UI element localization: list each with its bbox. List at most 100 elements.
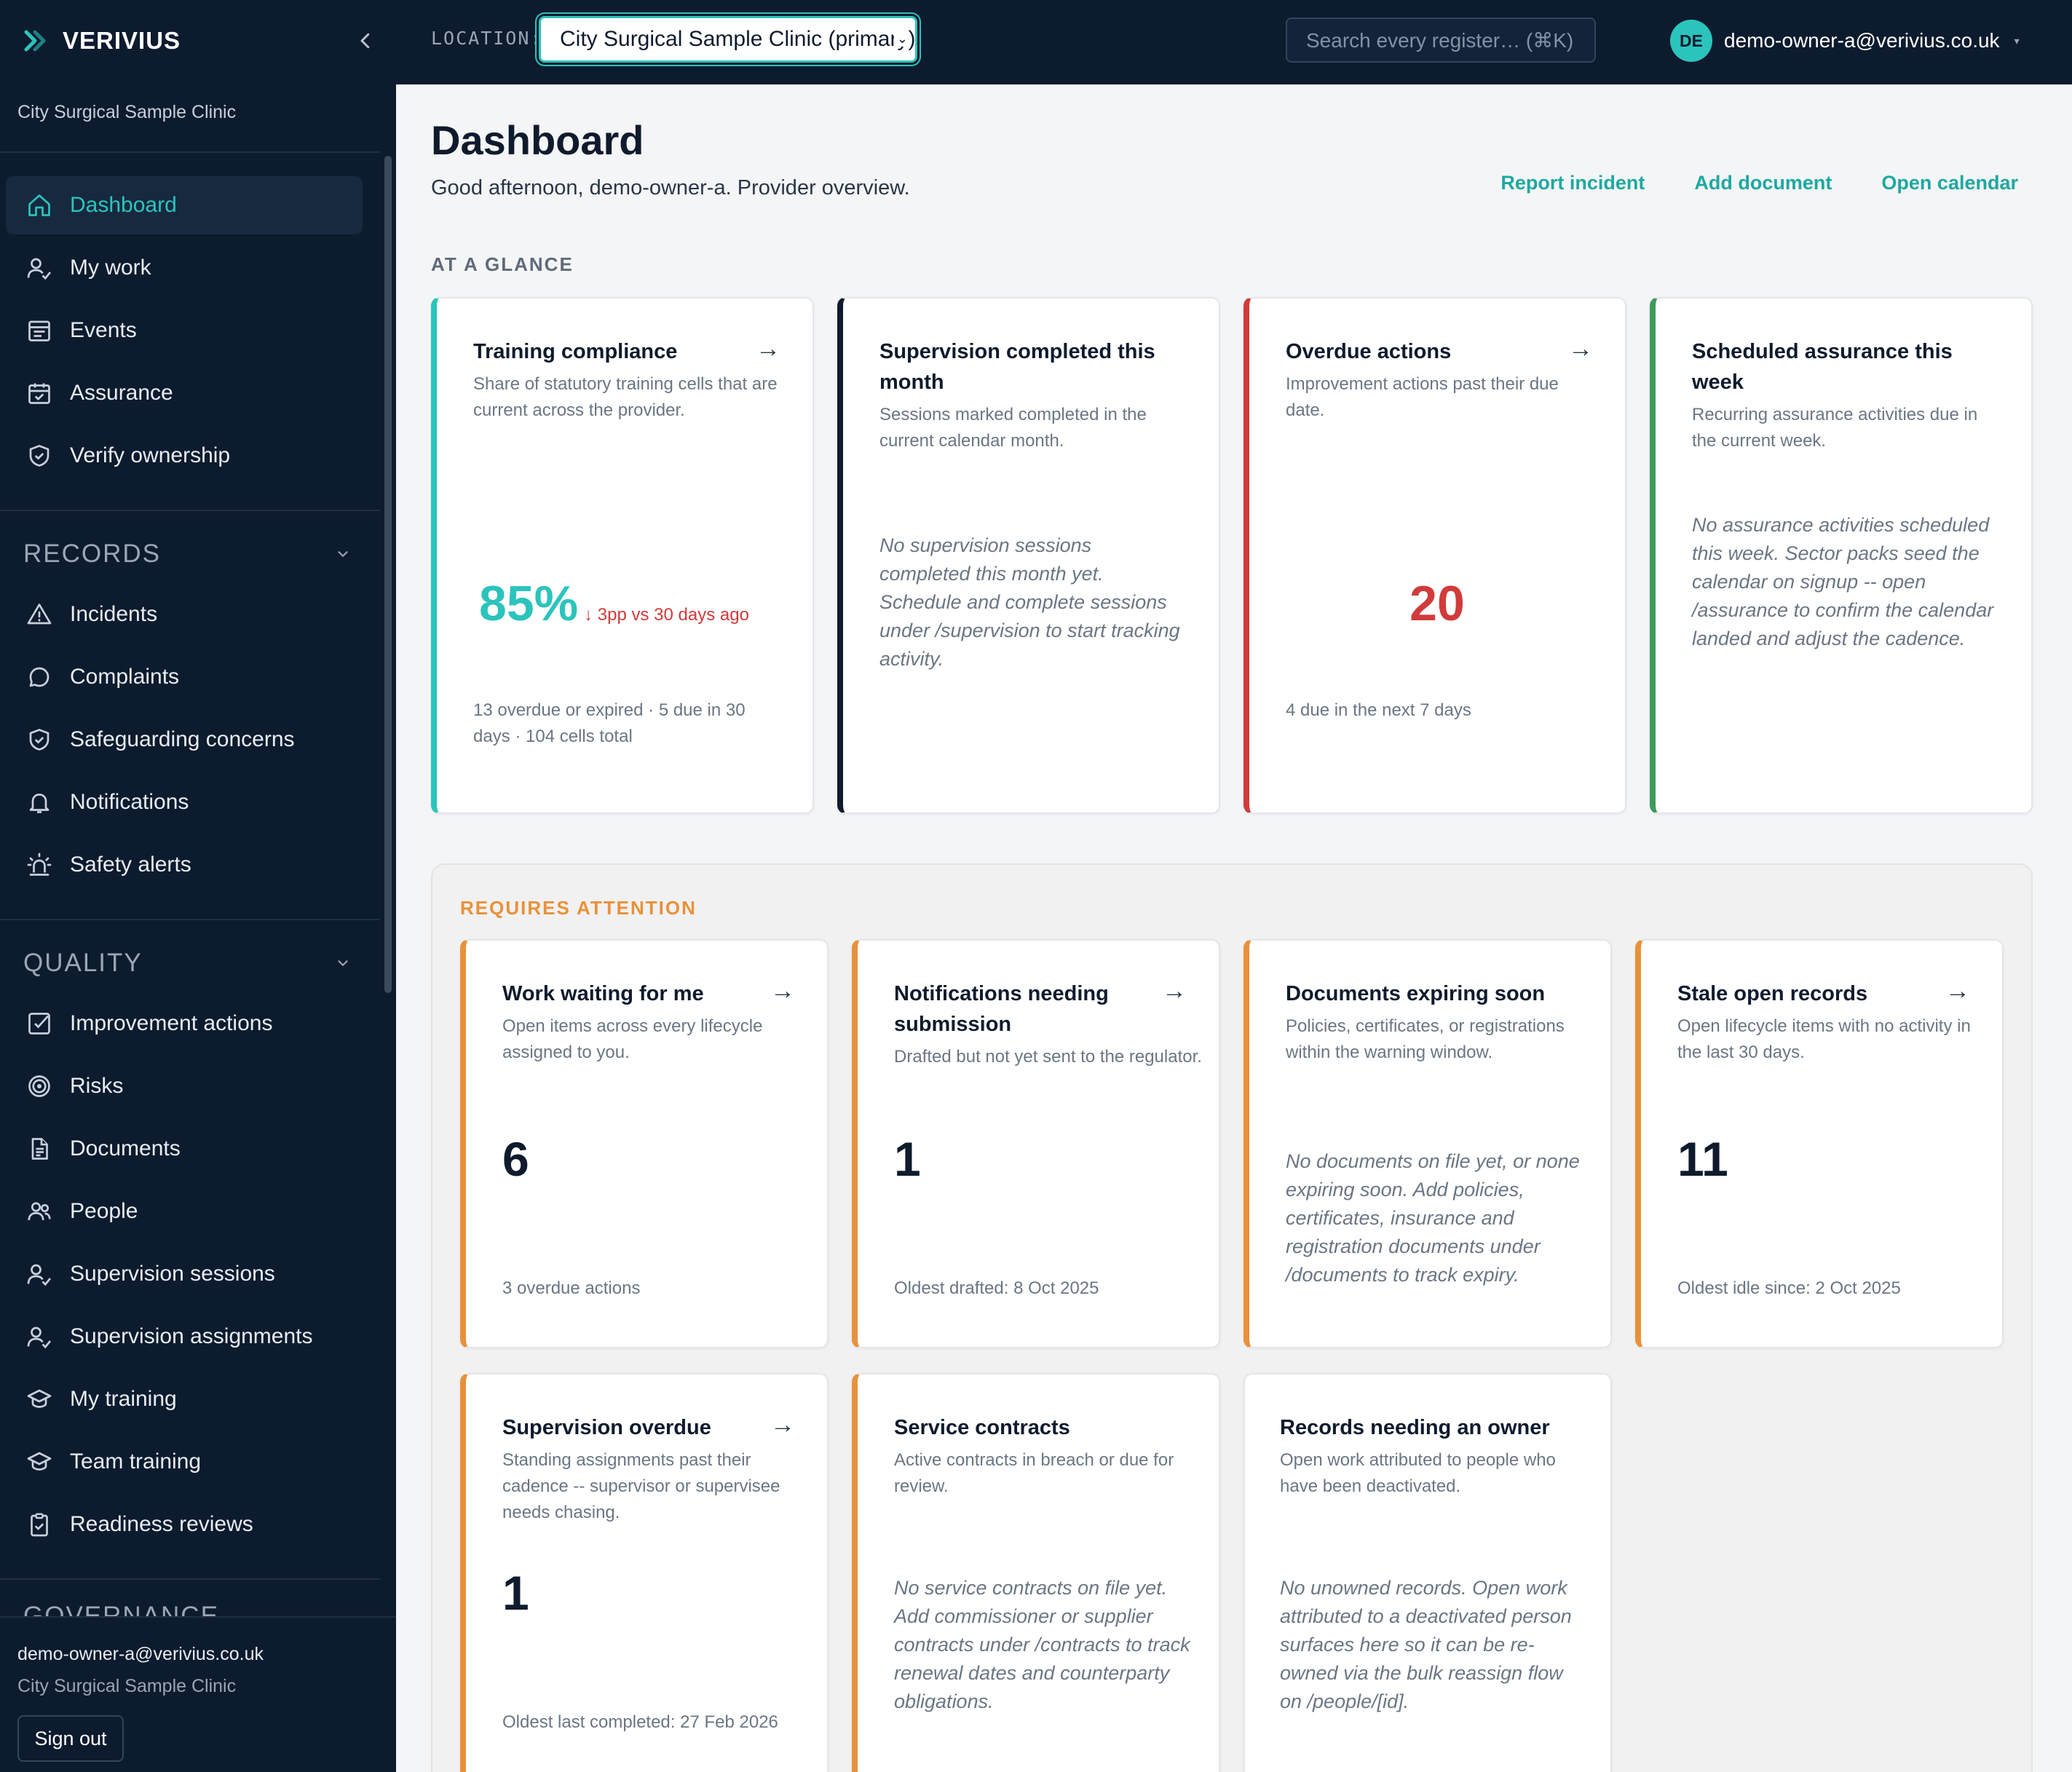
sidebar-item-label: Readiness reviews	[70, 1512, 253, 1536]
records-heading: RECORDS	[23, 539, 162, 568]
card-footer: Oldest idle since: 2 Oct 2025	[1677, 1278, 1901, 1298]
card-description: Share of statutory training cells that a…	[473, 374, 778, 420]
page-title: Dashboard	[431, 117, 644, 163]
message-icon	[25, 662, 54, 692]
organisation-name: City Surgical Sample Clinic	[17, 102, 237, 122]
sidebar-item-label: Documents	[70, 1136, 181, 1160]
overdue-actions-card[interactable]: Overdue actions → Improvement actions pa…	[1243, 297, 1626, 814]
at-a-glance-heading: AT A GLANCE	[431, 253, 574, 275]
location-select-value: City Surgical Sample Clinic (primary)	[560, 27, 916, 51]
sidebar-item-incidents[interactable]: Incidents	[6, 585, 363, 644]
location-label: LOCATION:	[431, 28, 543, 49]
sidebar-item-supervision-assignments[interactable]: Supervision assignments	[6, 1308, 363, 1366]
card-title: Supervision completed this month	[879, 340, 1155, 394]
sidebar-item-label: Supervision assignments	[70, 1324, 313, 1348]
brand[interactable]: VERIVIUS	[22, 25, 181, 57]
card-title: Training compliance	[473, 340, 678, 363]
greeting: Good afternoon, demo-owner-a. Provider o…	[431, 176, 910, 199]
stale-records-card[interactable]: Stale open records → Open lifecycle item…	[1635, 939, 2004, 1348]
sidebar-item-people[interactable]: People	[6, 1182, 363, 1241]
sidebar-item-documents[interactable]: Documents	[6, 1120, 363, 1178]
card-title: Records needing an owner	[1280, 1416, 1550, 1439]
sidebar-divider	[0, 151, 380, 153]
sidebar-item-team-training[interactable]: Team training	[6, 1433, 363, 1491]
sidebar-item-label: Dashboard	[70, 193, 177, 217]
work-waiting-count: 6	[502, 1132, 529, 1186]
sidebar-footer: demo-owner-a@verivius.co.uk City Surgica…	[0, 1616, 396, 1772]
sidebar-item-assurance[interactable]: Assurance	[6, 364, 363, 422]
empty-state: No service contracts on file yet. Add co…	[894, 1577, 1190, 1712]
sidebar-item-my-work[interactable]: My work	[6, 239, 363, 297]
siren-icon	[25, 850, 54, 879]
user-menu[interactable]: DE demo-owner-a@verivius.co.uk ▾	[1670, 19, 2020, 63]
collapse-sidebar-button[interactable]	[352, 28, 379, 54]
card-footer: 3 overdue actions	[502, 1278, 641, 1298]
sidebar-item-complaints[interactable]: Complaints	[6, 648, 363, 706]
sidebar-item-verify-ownership[interactable]: Verify ownership	[6, 427, 363, 485]
card-description: Open work attributed to people who have …	[1280, 1450, 1556, 1496]
sidebar-item-improvement-actions[interactable]: Improvement actions	[6, 994, 363, 1053]
sidebar-item-risks[interactable]: Risks	[6, 1057, 363, 1115]
global-search-input[interactable]: Search every register… (⌘K)	[1286, 17, 1596, 63]
sidebar-item-label: Events	[70, 318, 137, 342]
brand-name: VERIVIUS	[63, 27, 181, 54]
card-title: Notifications needing submission	[894, 982, 1109, 1036]
card-footer: Oldest drafted: 8 Oct 2025	[894, 1278, 1099, 1298]
quick-actions: Report incident Add document Open calend…	[1500, 172, 2018, 194]
sidebar-item-label: My training	[70, 1387, 177, 1411]
sidebar-item-label: Safeguarding concerns	[70, 727, 295, 751]
sign-out-button[interactable]: Sign out	[17, 1715, 124, 1762]
footer-organisation: City Surgical Sample Clinic	[17, 1676, 237, 1696]
sidebar-scrollbar[interactable]	[384, 156, 392, 993]
calendar-list-icon	[25, 316, 54, 345]
report-incident-link[interactable]: Report incident	[1500, 172, 1645, 194]
checkbox-icon	[25, 1009, 54, 1038]
training-compliance-card[interactable]: Training compliance → Share of statutory…	[431, 297, 814, 814]
sidebar: VERIVIUS City Surgical Sample Clinic Das…	[0, 0, 396, 1772]
card-title: Service contracts	[894, 1416, 1070, 1439]
notifications-count: 1	[894, 1132, 921, 1186]
avatar: DE	[1670, 20, 1712, 62]
sidebar-item-label: Verify ownership	[70, 443, 231, 467]
sidebar-item-label: Notifications	[70, 790, 189, 814]
arrow-right-icon: →	[1945, 977, 1970, 1005]
add-document-link[interactable]: Add document	[1694, 172, 1832, 194]
work-waiting-card[interactable]: Work waiting for me → Open items across …	[460, 939, 829, 1348]
training-trend: ↓ 3pp vs 30 days ago	[584, 605, 749, 625]
shield-check-icon	[25, 725, 54, 754]
target-icon	[25, 1072, 54, 1101]
service-contracts-card: Service contracts Active contracts in br…	[852, 1373, 1220, 1772]
sidebar-divider	[0, 510, 380, 511]
sidebar-item-supervision-sessions[interactable]: Supervision sessions	[6, 1245, 363, 1303]
empty-state: No unowned records. Open work attributed…	[1280, 1577, 1572, 1712]
card-description: Policies, certificates, or registrations…	[1286, 1016, 1565, 1062]
quality-section-toggle[interactable]: QUALITY	[23, 945, 351, 981]
sidebar-item-dashboard[interactable]: Dashboard	[6, 176, 363, 234]
user-check-icon	[25, 1322, 54, 1351]
location-select[interactable]: City Surgical Sample Clinic (primary) ⌄	[539, 16, 917, 63]
user-check-icon	[25, 253, 54, 282]
card-title: Overdue actions	[1286, 340, 1452, 363]
open-calendar-link[interactable]: Open calendar	[1881, 172, 2018, 194]
governance-heading[interactable]: GOVERNANCE	[23, 1602, 219, 1616]
sidebar-item-my-training[interactable]: My training	[6, 1370, 363, 1428]
arrow-right-icon: →	[756, 335, 780, 363]
sidebar-item-notifications[interactable]: Notifications	[6, 773, 363, 831]
sidebar-divider	[0, 1578, 380, 1580]
card-title: Scheduled assurance this week	[1692, 340, 1953, 394]
training-metric: 85% ↓ 3pp vs 30 days ago	[479, 575, 749, 632]
chevron-down-icon	[338, 960, 348, 967]
sidebar-item-safety-alerts[interactable]: Safety alerts	[6, 836, 363, 894]
supervision-overdue-card[interactable]: Supervision overdue → Standing assignmen…	[460, 1373, 829, 1772]
sidebar-item-readiness-reviews[interactable]: Readiness reviews	[6, 1495, 363, 1554]
records-section-toggle[interactable]: RECORDS	[23, 536, 351, 572]
sidebar-item-label: My work	[70, 256, 151, 280]
card-description: Open lifecycle items with no activity in…	[1677, 1016, 1971, 1062]
empty-state: No documents on file yet, or none expiri…	[1286, 1150, 1580, 1286]
scheduled-assurance-card: Scheduled assurance this week Recurring …	[1650, 297, 2033, 814]
sidebar-item-safeguarding[interactable]: Safeguarding concerns	[6, 711, 363, 769]
sidebar-item-events[interactable]: Events	[6, 301, 363, 360]
sidebar-item-label: Risks	[70, 1074, 124, 1098]
empty-state: No supervision sessions completed this m…	[879, 534, 1180, 670]
notifications-submission-card[interactable]: Notifications needing submission → Draft…	[852, 939, 1220, 1348]
